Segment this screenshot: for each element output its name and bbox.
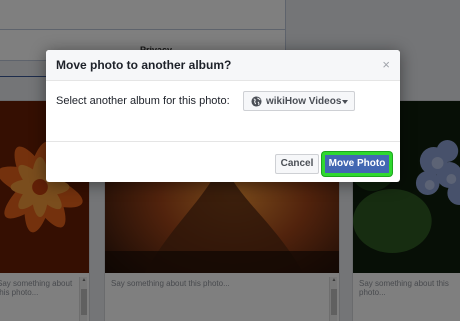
album-prompt-label: Select another album for this photo: xyxy=(56,95,230,107)
dialog-body: Select another album for this photo: wik… xyxy=(46,81,400,141)
album-select-dropdown[interactable]: wikiHow Videos xyxy=(243,91,355,111)
dialog-footer: Cancel Move Photo xyxy=(46,141,400,182)
dialog-title: Move photo to another album? xyxy=(56,58,232,72)
chevron-down-icon xyxy=(342,100,348,104)
move-photo-dialog: Move photo to another album? × Select an… xyxy=(46,50,400,182)
cancel-button[interactable]: Cancel xyxy=(275,154,319,174)
globe-icon xyxy=(251,96,262,107)
close-icon[interactable]: × xyxy=(382,58,390,71)
album-select-value: wikiHow Videos xyxy=(266,96,342,107)
move-photo-button[interactable]: Move Photo xyxy=(322,152,392,176)
dialog-header: Move photo to another album? × xyxy=(46,50,400,81)
